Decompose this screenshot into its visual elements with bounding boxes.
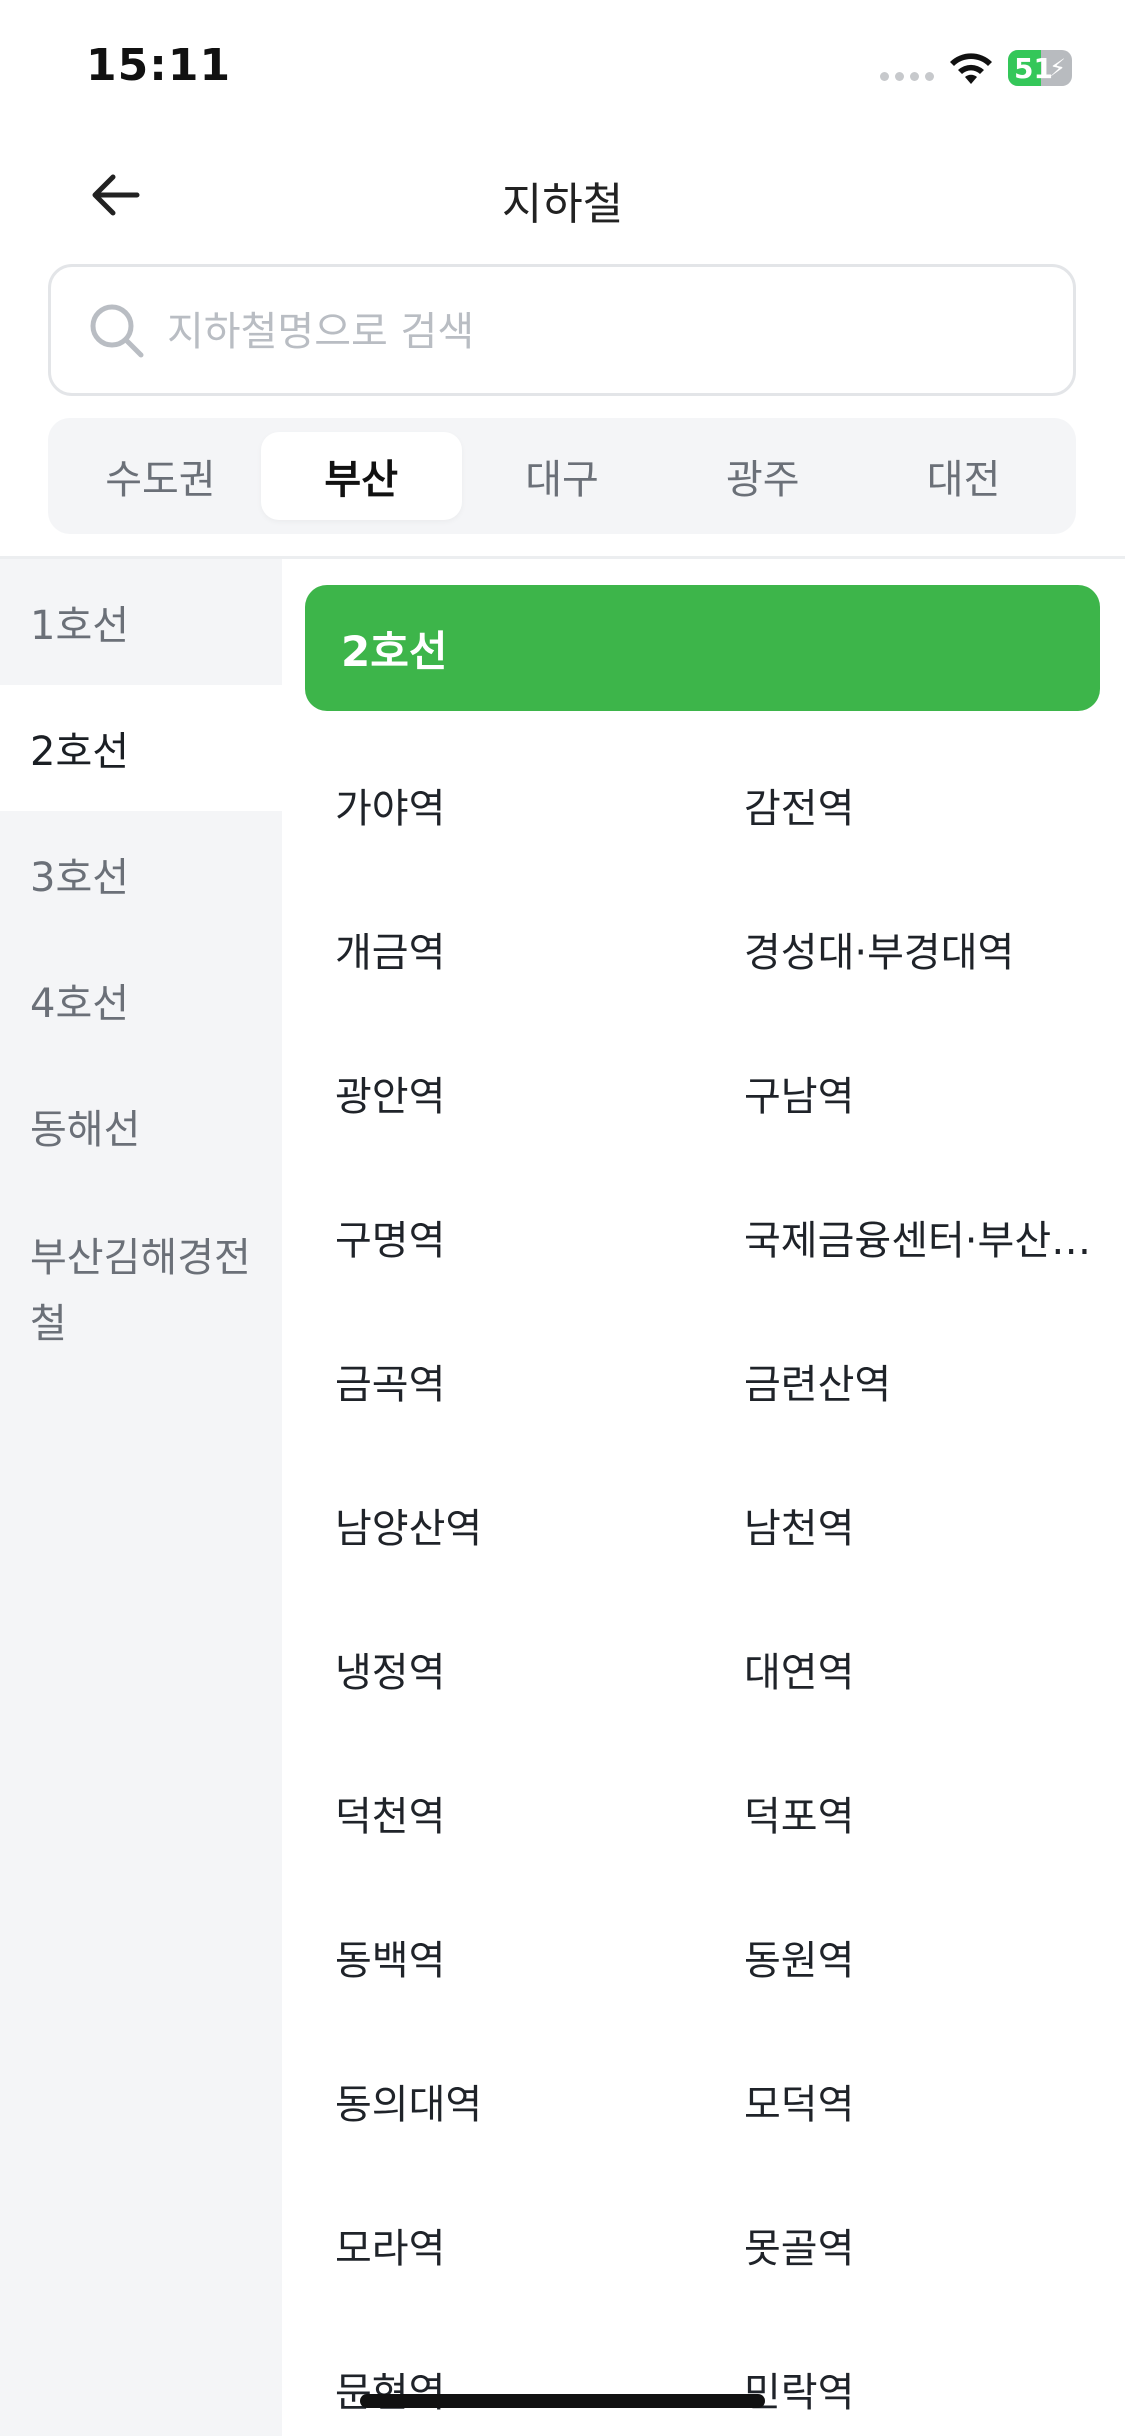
station-item[interactable]: 냉정역 bbox=[305, 1597, 710, 1741]
tab-busan[interactable]: 부산 bbox=[260, 432, 462, 520]
station-item[interactable]: 남양산역 bbox=[305, 1453, 710, 1597]
station-item[interactable]: 대연역 bbox=[710, 1597, 1100, 1741]
station-item[interactable]: 동백역 bbox=[305, 1885, 710, 2029]
station-item[interactable]: 문현역 bbox=[305, 2317, 710, 2436]
line-item-1[interactable]: 1호선 bbox=[0, 559, 282, 685]
line-item-4[interactable]: 4호선 bbox=[0, 937, 282, 1063]
station-item[interactable]: 구남역 bbox=[710, 1021, 1100, 1165]
station-item[interactable]: 가야역 bbox=[305, 733, 710, 877]
status-time: 15:11 bbox=[86, 40, 232, 91]
home-indicator bbox=[360, 2394, 765, 2408]
search-box[interactable] bbox=[48, 264, 1076, 396]
station-item[interactable]: 모라역 bbox=[305, 2173, 710, 2317]
charging-bolt-icon: ⚡ bbox=[1049, 54, 1066, 82]
region-tabs: 수도권 부산 대구 광주 대전 bbox=[48, 418, 1076, 534]
station-item[interactable]: 금련산역 bbox=[710, 1309, 1100, 1453]
station-item[interactable]: 덕포역 bbox=[710, 1741, 1100, 1885]
search-input[interactable] bbox=[167, 297, 1027, 367]
station-item[interactable]: 동의대역 bbox=[305, 2029, 710, 2173]
tab-daejeon[interactable]: 대전 bbox=[863, 432, 1064, 520]
tab-sudogwon[interactable]: 수도권 bbox=[60, 432, 261, 520]
station-item[interactable]: 덕천역 bbox=[305, 1741, 710, 1885]
station-item[interactable]: 감전역 bbox=[710, 733, 1100, 877]
station-item[interactable]: 남천역 bbox=[710, 1453, 1100, 1597]
battery-icon: 51 ⚡ bbox=[1008, 50, 1072, 86]
status-bar: 15:11 51 ⚡ bbox=[0, 0, 1125, 130]
station-item[interactable]: 민락역 bbox=[710, 2317, 1100, 2436]
tab-daegu[interactable]: 대구 bbox=[462, 432, 663, 520]
selected-line-header: 2호선 bbox=[305, 585, 1100, 711]
line-item-3[interactable]: 3호선 bbox=[0, 811, 282, 937]
search-icon bbox=[90, 304, 144, 358]
station-item[interactable]: 국제금융센터·부산… bbox=[710, 1165, 1100, 1309]
line-sidebar: 1호선 2호선 3호선 4호선 동해선 부산김해경전철 bbox=[0, 559, 282, 2436]
station-item[interactable]: 못골역 bbox=[710, 2173, 1100, 2317]
station-item[interactable]: 모덕역 bbox=[710, 2029, 1100, 2173]
station-item[interactable]: 구명역 bbox=[305, 1165, 710, 1309]
station-item[interactable]: 경성대·부경대역 bbox=[710, 877, 1100, 1021]
station-item[interactable]: 개금역 bbox=[305, 877, 710, 1021]
battery-level: 51 bbox=[1014, 52, 1053, 85]
cellular-signal-icon bbox=[880, 72, 934, 81]
tab-gwangju[interactable]: 광주 bbox=[662, 432, 863, 520]
line-item-busan-gimhae[interactable]: 부산김해경전철 bbox=[0, 1189, 282, 1379]
line-item-donghae[interactable]: 동해선 bbox=[0, 1063, 282, 1189]
line-item-2[interactable]: 2호선 bbox=[0, 685, 282, 811]
subway-screen: 15:11 51 ⚡ 지하철 수도권 부산 대구 광주 bbox=[0, 0, 1125, 2436]
station-list: 가야역 감전역 개금역 경성대·부경대역 광안역 구남역 구명역 국제금융센터·… bbox=[305, 733, 1100, 2436]
station-item[interactable]: 동원역 bbox=[710, 1885, 1100, 2029]
station-item[interactable]: 금곡역 bbox=[305, 1309, 710, 1453]
wifi-icon bbox=[950, 53, 992, 84]
page-title: 지하철 bbox=[501, 179, 624, 230]
station-item[interactable]: 광안역 bbox=[305, 1021, 710, 1165]
